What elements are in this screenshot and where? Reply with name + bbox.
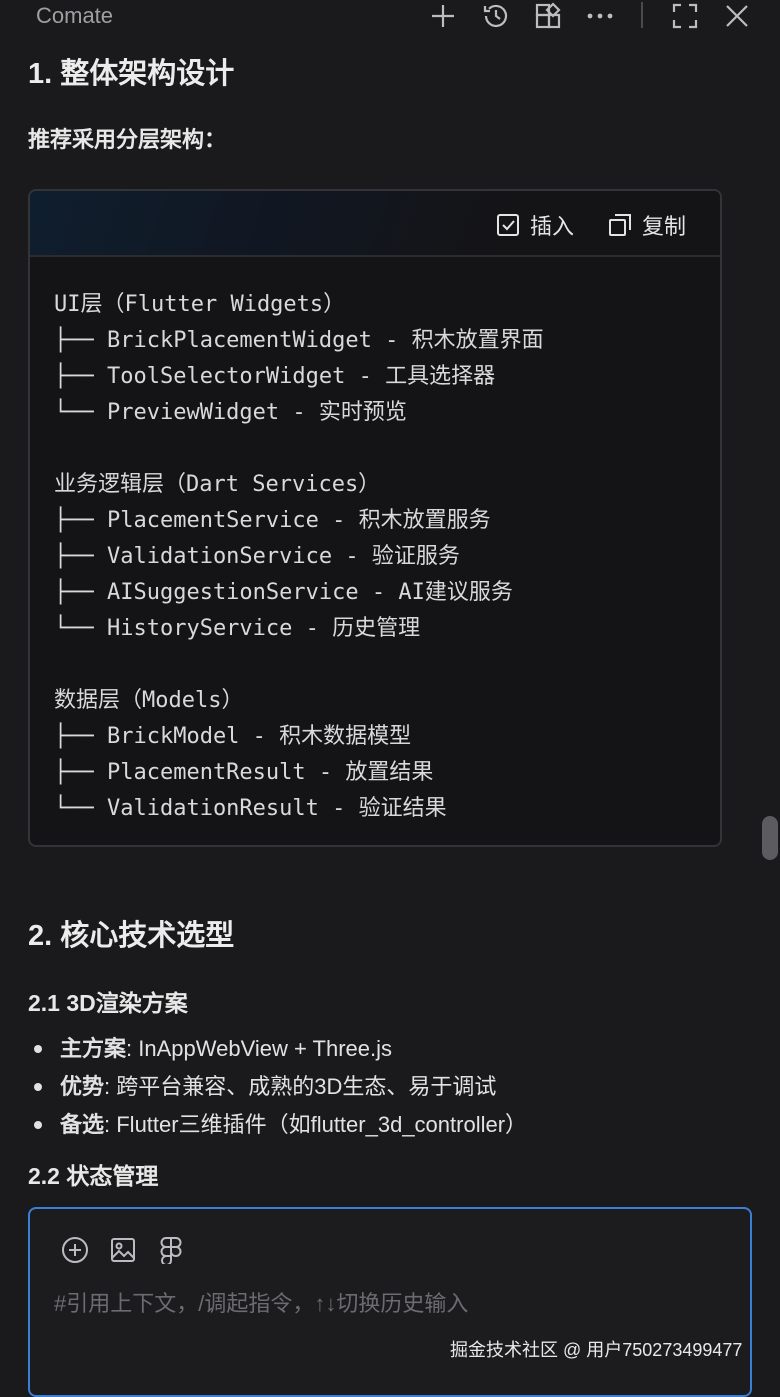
code-line: UI层（Flutter Widgets） bbox=[54, 292, 346, 317]
widgets-icon[interactable] bbox=[530, 0, 566, 32]
expand-icon[interactable] bbox=[667, 0, 703, 32]
list-item: 备选: Flutter三维插件（如flutter_3d_controller） bbox=[34, 1106, 527, 1144]
plus-icon[interactable] bbox=[425, 0, 461, 32]
code-line: ├── PlacementService - 积木放置服务 bbox=[54, 508, 491, 533]
code-line: 数据层（Models） bbox=[54, 688, 244, 713]
code-line: ├── ToolSelectorWidget - 工具选择器 bbox=[54, 364, 496, 389]
list-item: 主方案: InAppWebView + Three.js bbox=[34, 1030, 527, 1068]
section-2-title: 2. 核心技术选型 bbox=[28, 920, 235, 952]
more-icon[interactable] bbox=[582, 0, 618, 32]
image-icon[interactable] bbox=[108, 1235, 138, 1265]
bullet-dot bbox=[34, 1045, 42, 1053]
insert-button[interactable]: 插入 bbox=[496, 209, 574, 241]
chat-content: 1. 整体架构设计 推荐采用分层架构： bbox=[28, 50, 728, 154]
watermark: 掘金技术社区 @ 用户750273499477 bbox=[450, 1340, 743, 1360]
code-line: └── ValidationResult - 验证结果 bbox=[54, 796, 447, 821]
bullet-label: 备选 bbox=[60, 1112, 105, 1137]
bullet-label: 优势 bbox=[60, 1074, 105, 1099]
app-title: Comate bbox=[36, 3, 114, 28]
chat-composer bbox=[28, 1207, 752, 1397]
insert-icon bbox=[497, 214, 519, 236]
bullet-label: 主方案 bbox=[60, 1036, 127, 1061]
bullet-text: : InAppWebView + Three.js bbox=[126, 1036, 393, 1061]
copy-icon bbox=[609, 214, 631, 236]
subsection-2-1-title: 2.1 3D渲染方案 bbox=[28, 990, 188, 1016]
insert-label: 插入 bbox=[530, 214, 575, 239]
code-line: ├── PlacementResult - 放置结果 bbox=[54, 760, 434, 785]
code-line: └── HistoryService - 历史管理 bbox=[54, 616, 421, 641]
add-context-icon[interactable] bbox=[60, 1235, 90, 1265]
code-line: ├── BrickModel - 积木数据模型 bbox=[54, 724, 412, 749]
copy-button[interactable]: 复制 bbox=[608, 209, 686, 241]
code-line: └── PreviewWidget - 实时预览 bbox=[54, 400, 407, 425]
section-1-title: 1. 整体架构设计 bbox=[28, 58, 235, 90]
bullet-text: : 跨平台兼容、成熟的3D生态、易于调试 bbox=[104, 1074, 497, 1099]
scrollbar-thumb[interactable] bbox=[762, 816, 778, 860]
figma-icon[interactable] bbox=[156, 1235, 186, 1265]
history-icon[interactable] bbox=[478, 0, 514, 32]
code-block: 插入 复制 UI层（Flutter Widgets） ├── BrickPlac… bbox=[28, 189, 722, 847]
code-block-header: 插入 复制 bbox=[30, 191, 720, 257]
subsection-2-2-title: 2.2 状态管理 bbox=[28, 1163, 159, 1189]
copy-label: 复制 bbox=[642, 214, 687, 239]
list-item: 优势: 跨平台兼容、成熟的3D生态、易于调试 bbox=[34, 1068, 527, 1106]
close-icon[interactable] bbox=[719, 0, 755, 32]
code-line: ├── AISuggestionService - AI建议服务 bbox=[54, 580, 513, 605]
bullet-list: 主方案: InAppWebView + Three.js 优势: 跨平台兼容、成… bbox=[34, 1030, 527, 1144]
chat-input[interactable] bbox=[54, 1289, 714, 1319]
bullet-dot bbox=[34, 1083, 42, 1091]
code-body: UI层（Flutter Widgets） ├── BrickPlacementW… bbox=[30, 257, 720, 827]
code-line: 业务逻辑层（Dart Services） bbox=[54, 472, 381, 497]
code-line: ├── ValidationService - 验证服务 bbox=[54, 544, 460, 569]
bullet-text: : Flutter三维插件（如flutter_3d_controller） bbox=[104, 1112, 528, 1137]
title-bar: Comate bbox=[0, 0, 780, 34]
section-1-lead: 推荐采用分层架构： bbox=[28, 127, 227, 152]
bullet-dot bbox=[34, 1121, 42, 1129]
code-line: ├── BrickPlacementWidget - 积木放置界面 bbox=[54, 328, 544, 353]
toolbar-divider bbox=[641, 2, 643, 28]
